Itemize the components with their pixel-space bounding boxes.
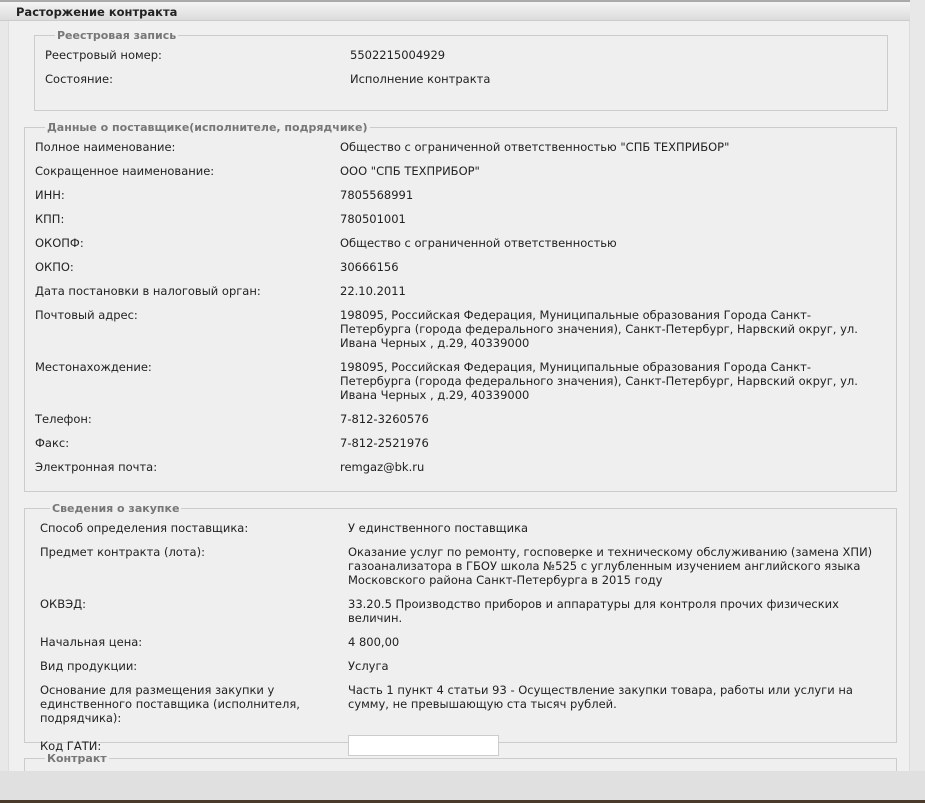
field-value: Общество с ограниченной ответственностью: [340, 236, 617, 250]
field-row: Основание для размещения закупки у единс…: [40, 683, 896, 725]
field-row: ОКОПФ: Общество с ограниченной ответствен…: [35, 236, 896, 250]
field-row: Вид продукции: Услуга: [40, 659, 896, 673]
field-label: ИНН:: [35, 188, 65, 202]
field-value: 22.10.2011: [340, 284, 406, 298]
field-value: 4 800,00: [348, 635, 400, 649]
field-value: 7-812-2521976: [340, 436, 429, 450]
field-row: Почтовый адрес: 198095, Российская Федера…: [35, 308, 896, 350]
supplier-section: Данные о поставщике(исполнителе, подрядч…: [24, 121, 897, 492]
field-value: 33.20.5 Производство приборов и аппарату…: [348, 597, 839, 625]
field-row: Факс: 7-812-2521976: [35, 436, 896, 450]
field-label: Предмет контракта (лота):: [40, 545, 205, 559]
purchase-section: Сведения о закупке Способ определения по…: [24, 502, 897, 756]
field-value: Общество с ограниченной ответственностью…: [340, 140, 730, 154]
field-label: Способ определения поставщика:: [40, 521, 249, 535]
field-label: Реестровый номер:: [45, 48, 162, 62]
field-row: Начальная цена: 4 800,00: [40, 635, 896, 649]
field-label: Состояние:: [45, 72, 113, 86]
field-value: remgaz@bk.ru: [340, 460, 425, 474]
contract-legend: Контракт: [47, 752, 107, 765]
field-value: 198095, Российская Федерация, Муниципаль…: [340, 308, 858, 350]
window-title: Расторжение контракта: [0, 0, 910, 21]
field-label: ОКВЭД:: [40, 597, 86, 611]
field-value: Оказание услуг по ремонту, госповерке и …: [348, 545, 873, 587]
field-value: 198095, Российская Федерация, Муниципаль…: [340, 360, 858, 402]
field-label: Телефон:: [35, 412, 92, 426]
field-row: Состояние: Исполнение контракта: [45, 72, 887, 86]
field-value: Исполнение контракта: [350, 72, 491, 86]
field-label: Факс:: [35, 436, 70, 450]
field-row: ОКВЭД: 33.20.5 Производство приборов и ап…: [40, 597, 896, 625]
field-value: 780501001: [340, 212, 406, 226]
field-label: Электронная почта:: [35, 460, 158, 474]
purchase-legend: Сведения о закупке: [52, 502, 180, 515]
field-row: Местонахождение: 198095, Российская Федер…: [35, 360, 896, 402]
field-label: Сокращенное наименование:: [35, 164, 215, 178]
registry-legend: Реестровая запись: [57, 29, 177, 42]
field-label: ОКОПФ:: [35, 236, 84, 250]
field-label: Почтовый адрес:: [35, 308, 138, 322]
field-value: ООО "СПБ ТЕХПРИБОР": [340, 164, 480, 178]
field-row: ОКПО: 30666156: [35, 260, 896, 274]
field-value: У единственного поставщика: [348, 521, 529, 535]
field-row: Полное наименование: Общество с ограничен…: [35, 140, 896, 154]
field-row: Телефон: 7-812-3260576: [35, 412, 896, 426]
field-label: Вид продукции:: [40, 659, 138, 673]
field-row: ИНН: 7805568991: [35, 188, 896, 202]
bottom-bar: [0, 771, 925, 800]
registry-section: Реестровая запись Реестровый номер: 55022…: [34, 29, 888, 111]
content-panel: Реестровая запись Реестровый номер: 55022…: [8, 21, 910, 771]
field-value: 7805568991: [340, 188, 414, 202]
field-value: 5502215004929: [350, 48, 446, 62]
supplier-legend: Данные о поставщике(исполнителе, подрядч…: [47, 121, 368, 134]
field-label: Основание для размещения закупки у единс…: [40, 683, 300, 725]
field-label: Местонахождение:: [35, 360, 152, 374]
field-value: 7-812-3260576: [340, 412, 429, 426]
field-row: Предмет контракта (лота): Оказание услуг …: [40, 545, 896, 587]
field-value: Часть 1 пункт 4 статьи 93 - Осуществлени…: [348, 683, 853, 711]
field-value: Услуга: [348, 659, 389, 673]
field-row: Сокращенное наименование: ООО "СПБ ТЕХПРИ…: [35, 164, 896, 178]
field-row: Способ определения поставщика: У единстве…: [40, 521, 896, 535]
field-row: КПП: 780501001: [35, 212, 896, 226]
contract-section: Контракт: [24, 752, 897, 771]
field-row: Реестровый номер: 5502215004929: [45, 48, 887, 62]
field-label: Дата постановки в налоговый орган:: [35, 284, 261, 298]
field-value: 30666156: [340, 260, 399, 274]
field-row: Электронная почта: remgaz@bk.ru: [35, 460, 896, 474]
field-label: КПП:: [35, 212, 65, 226]
field-label: Начальная цена:: [40, 635, 143, 649]
field-label: ОКПО:: [35, 260, 74, 274]
field-row: Дата постановки в налоговый орган: 22.10.…: [35, 284, 896, 298]
field-label: Полное наименование:: [35, 140, 176, 154]
